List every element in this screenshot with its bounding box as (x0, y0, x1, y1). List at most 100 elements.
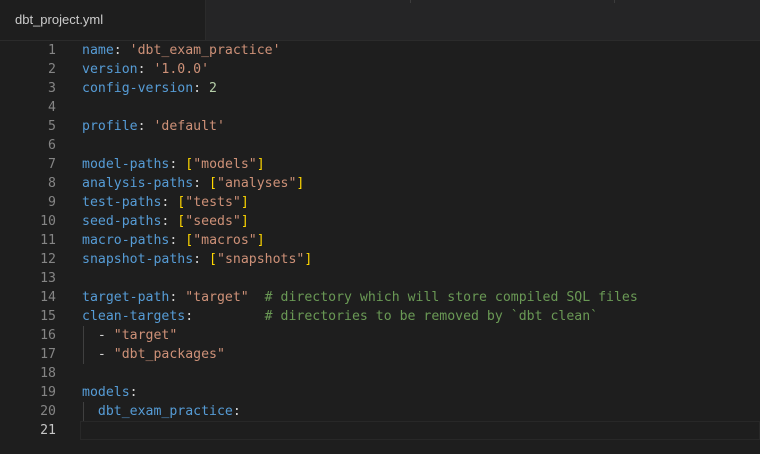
code-token: ] (304, 252, 313, 267)
code-line[interactable]: 7 model-paths: ["models"] (0, 155, 760, 174)
indent-guide (83, 326, 84, 364)
code-line[interactable]: 6 (0, 136, 760, 155)
code-token: # directory which will store compiled SQ… (264, 290, 638, 305)
code-token: dbt_exam_practice (97, 404, 233, 419)
line-number: 4 (48, 100, 56, 115)
line-content: - "dbt_packages" (82, 345, 225, 364)
code-token: 2 (209, 81, 217, 96)
code-token: target-path (82, 290, 170, 305)
line-number: 10 (40, 214, 56, 229)
code-line[interactable]: 5 profile: 'default' (0, 117, 760, 136)
code-token: "target" (185, 290, 249, 305)
tab-bar: dbt_project.yml (0, 0, 760, 41)
code-token: '1.0.0' (153, 62, 210, 77)
code-token: : (193, 252, 210, 267)
code-line[interactable]: 16 - "target" (0, 326, 760, 345)
tab-label: dbt_project.yml (15, 12, 104, 27)
line-number: 11 (40, 233, 56, 248)
code-token: ] (296, 176, 305, 191)
code-token: : (193, 176, 210, 191)
code-token: analysis-paths (82, 176, 194, 191)
code-token: models (82, 385, 130, 400)
line-content: model-paths: ["models"] (82, 155, 265, 174)
line-content: name: 'dbt_exam_practice' (82, 41, 281, 60)
code-token: 'default' (153, 119, 225, 134)
line-number: 6 (48, 138, 56, 153)
line-content: dbt_exam_practice: (82, 402, 241, 421)
code-line[interactable]: 8 analysis-paths: ["analyses"] (0, 174, 760, 193)
code-line[interactable]: 14 target-path: "target" # directory whic… (0, 288, 760, 307)
code-token: "target" (113, 328, 178, 343)
line-number: 13 (40, 271, 56, 286)
code-line[interactable]: 10 seed-paths: ["seeds"] (0, 212, 760, 231)
line-content: seed-paths: ["seeds"] (82, 212, 249, 231)
code-line[interactable]: 20 dbt_exam_practice: (0, 402, 760, 421)
code-token: ] (240, 195, 249, 210)
code-line[interactable]: 19 models: (0, 383, 760, 402)
line-content: macro-paths: ["macros"] (82, 231, 265, 250)
line-number: 2 (48, 62, 56, 77)
code-token: : (129, 385, 138, 400)
line-number: 19 (40, 385, 56, 400)
code-token: "seeds" (185, 214, 241, 229)
code-token: # directories to be removed by `dbt clea… (264, 309, 599, 324)
code-token: seed-paths (82, 214, 162, 229)
code-token: : (161, 195, 178, 210)
code-token: : (232, 404, 241, 419)
tab-dbt-project-yml[interactable]: dbt_project.yml (0, 0, 206, 40)
tab-separator (614, 0, 615, 3)
indent-guide (83, 402, 84, 421)
code-line[interactable]: 15 clean-targets: # directories to be rem… (0, 307, 760, 326)
code-line[interactable]: 3 config-version: 2 (0, 79, 760, 98)
line-number: 8 (48, 176, 56, 191)
code-line[interactable]: 1 name: 'dbt_exam_practice' (0, 41, 760, 60)
line-content: clean-targets: # directories to be remov… (82, 307, 598, 326)
line-number: 14 (40, 290, 56, 305)
code-editor[interactable]: 1 name: 'dbt_exam_practice' 2 version: '1.0… (0, 41, 760, 454)
code-token: : (169, 157, 186, 172)
line-number: 3 (48, 81, 56, 96)
code-token: profile (82, 119, 138, 134)
code-token: ] (240, 214, 249, 229)
code-token: : (137, 62, 154, 77)
code-line[interactable]: 21 (0, 421, 760, 440)
code-line[interactable]: 17 - "dbt_packages" (0, 345, 760, 364)
code-token: test-paths (82, 195, 162, 210)
line-number: 21 (40, 423, 56, 438)
line-content: target-path: "target" # directory which … (82, 288, 638, 307)
code-token: : (193, 81, 210, 96)
code-token: "tests" (185, 195, 241, 210)
code-token: : (169, 233, 186, 248)
code-token: "macros" (193, 233, 257, 248)
code-token: : (113, 43, 130, 58)
code-token: ] (256, 157, 265, 172)
line-content: - "target" (82, 326, 177, 345)
line-content: snapshot-paths: ["snapshots"] (82, 250, 312, 269)
line-number: 7 (48, 157, 56, 172)
code-line[interactable]: 13 (0, 269, 760, 288)
line-number: 15 (40, 309, 56, 324)
line-number: 17 (40, 347, 56, 362)
code-line[interactable]: 12 snapshot-paths: ["snapshots"] (0, 250, 760, 269)
code-token: clean-targets (82, 309, 186, 324)
line-number: 16 (40, 328, 56, 343)
line-number: 1 (48, 43, 56, 58)
line-number: 5 (48, 119, 56, 134)
code-token: : (169, 290, 186, 305)
line-content: config-version: 2 (82, 79, 217, 98)
code-token: "models" (193, 157, 257, 172)
tab-separator (410, 0, 411, 3)
line-content: version: '1.0.0' (82, 60, 209, 79)
code-token: : (185, 309, 265, 324)
line-content: models: (82, 383, 138, 402)
code-line[interactable]: 11 macro-paths: ["macros"] (0, 231, 760, 250)
code-line[interactable]: 18 (0, 364, 760, 383)
code-token: - (82, 347, 114, 362)
code-line[interactable]: 9 test-paths: ["tests"] (0, 193, 760, 212)
code-token: name (82, 43, 114, 58)
line-number: 12 (40, 252, 56, 267)
code-token: snapshot-paths (82, 252, 194, 267)
code-line[interactable]: 2 version: '1.0.0' (0, 60, 760, 79)
code-line[interactable]: 4 (0, 98, 760, 117)
